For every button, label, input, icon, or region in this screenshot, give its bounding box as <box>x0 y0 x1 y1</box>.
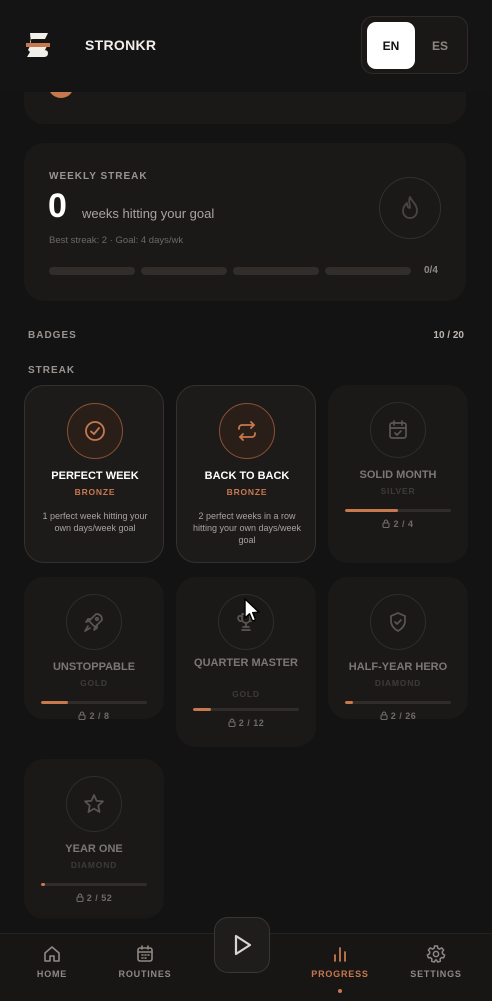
language-option-es[interactable]: ES <box>416 22 464 69</box>
shield-check-icon <box>370 594 426 650</box>
home-icon <box>44 946 60 962</box>
streak-label: WEEKLY STREAK <box>49 171 148 182</box>
badge-progress: 2 / 26 <box>336 711 460 721</box>
language-option-en[interactable]: EN <box>367 22 415 69</box>
week-segment <box>233 267 319 275</box>
badge-progress-bar <box>41 883 147 886</box>
badge-description: 1 perfect week hitting your own days/wee… <box>42 511 148 533</box>
badge-name: YEAR ONE <box>65 843 123 855</box>
badges-title: BADGES <box>28 330 77 341</box>
badges-count: 10 / 20 <box>433 330 464 341</box>
badge-tier: SILVER <box>380 486 416 496</box>
bar-chart-icon <box>334 947 346 962</box>
badge-group-title: STREAK <box>28 365 76 376</box>
badge-progress-text: 2 / 8 <box>89 711 110 721</box>
repeat-icon <box>219 403 275 459</box>
badge-tier: DIAMOND <box>374 678 422 688</box>
nav-label: PROGRESS <box>311 969 369 979</box>
badge-progress-text: 2 / 12 <box>238 718 265 728</box>
calendar-icon <box>137 945 153 962</box>
badge-progress-bar <box>345 701 451 704</box>
badge-half-year-hero[interactable]: HALF-YEAR HERO DIAMOND 2 / 26 <box>328 577 468 721</box>
app-brand: STRONKR <box>85 37 157 53</box>
week-segment <box>141 267 227 275</box>
badge-tier: GOLD <box>80 678 108 688</box>
gear-icon <box>426 945 446 963</box>
badge-progress-text: 2 / 26 <box>390 711 417 721</box>
badge-unstoppable[interactable]: UNSTOPPABLE GOLD 2 / 8 <box>24 577 164 721</box>
nav-item-routines[interactable]: ROUTINES <box>99 940 191 990</box>
badge-tier: BRONZE <box>226 487 268 497</box>
week-segment <box>49 267 135 275</box>
badge-description: 2 perfect weeks in a row hitting your ow… <box>192 511 302 545</box>
nav-item-home[interactable]: HOME <box>6 940 98 990</box>
nav-item-settings[interactable]: SETTINGS <box>390 940 482 990</box>
badge-progress-text: 2 / 52 <box>86 893 113 903</box>
play-icon <box>234 934 252 956</box>
badge-progress: 2 / 8 <box>32 711 156 721</box>
badge-name: SOLID MONTH <box>359 469 437 481</box>
week-progress-bars <box>49 267 411 275</box>
flame-icon <box>379 177 441 239</box>
mouse-cursor-icon <box>244 598 260 622</box>
active-indicator <box>338 989 342 993</box>
start-workout-button[interactable] <box>214 917 270 973</box>
badge-name: PERFECT WEEK <box>51 470 139 482</box>
badge-progress: 2 / 4 <box>336 519 460 529</box>
badge-tier: BRONZE <box>74 487 116 497</box>
badge-tier: GOLD <box>232 689 260 699</box>
star-icon <box>66 776 122 832</box>
lock-icon <box>228 718 236 727</box>
logo-icon <box>26 33 50 57</box>
badge-progress: 2 / 12 <box>184 718 308 728</box>
check-circle-icon <box>67 403 123 459</box>
nav-item-progress[interactable]: PROGRESS <box>294 940 386 990</box>
badge-name: BACK TO BACK <box>204 470 290 482</box>
badge-tier: DIAMOND <box>70 860 118 870</box>
streak-meta: Best streak: 2 · Goal: 4 days/wk <box>49 235 184 246</box>
language-toggle: EN ES <box>361 16 468 74</box>
weekly-streak-card: WEEKLY STREAK 0 weeks hitting your goal … <box>24 143 466 301</box>
badge-progress-bar <box>345 509 451 512</box>
week-segment <box>325 267 411 275</box>
nav-label: SETTINGS <box>410 969 462 979</box>
app-header: STRONKR EN ES <box>0 0 492 92</box>
lock-icon <box>382 519 391 528</box>
badge-progress-bar <box>41 701 147 704</box>
lock-icon <box>78 711 87 720</box>
streak-value: 0 <box>48 187 67 225</box>
badge-year-one[interactable]: YEAR ONE DIAMOND 2 / 52 <box>24 759 164 919</box>
rocket-icon <box>66 594 122 650</box>
badge-back-to-back[interactable]: BACK TO BACK BRONZE 2 perfect weeks in a… <box>176 385 316 563</box>
badge-progress-bar <box>193 708 299 711</box>
nav-label: HOME <box>36 969 68 979</box>
badge-name: QUARTER MASTER <box>194 657 298 669</box>
badge-solid-month[interactable]: SOLID MONTH SILVER 2 / 4 <box>328 385 468 563</box>
badge-progress-text: 2 / 4 <box>393 519 414 529</box>
badge-perfect-week[interactable]: PERFECT WEEK BRONZE 1 perfect week hitti… <box>24 385 164 563</box>
badge-progress: 2 / 52 <box>32 893 156 903</box>
nav-label: ROUTINES <box>118 969 172 979</box>
lock-icon <box>76 893 84 902</box>
badge-name: UNSTOPPABLE <box>52 661 136 673</box>
streak-progress-text: 0/4 <box>424 265 438 276</box>
streak-unit: weeks hitting your goal <box>82 206 215 221</box>
lock-icon <box>380 711 388 720</box>
calendar-check-icon <box>370 402 426 458</box>
badge-name: HALF-YEAR HERO <box>348 661 448 673</box>
